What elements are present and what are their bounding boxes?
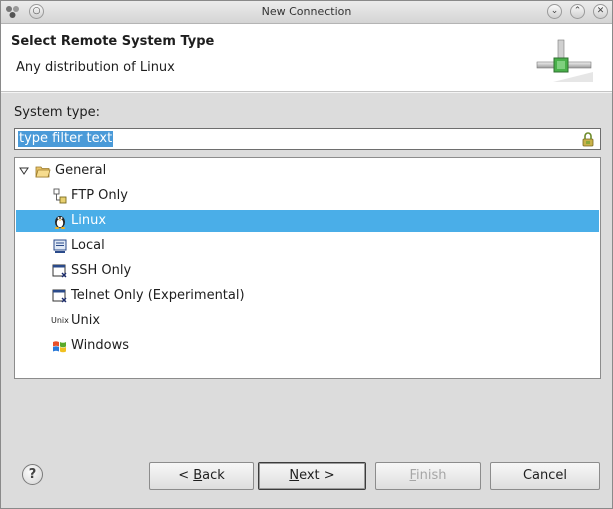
tree-item-label: Linux xyxy=(71,213,107,228)
filter-input[interactable]: type filter text xyxy=(14,128,601,150)
help-icon: ? xyxy=(28,467,37,482)
minimize-button[interactable]: ⌄ xyxy=(547,4,562,19)
tree-item-linux[interactable]: Linux xyxy=(16,210,599,232)
close-icon: ✕ xyxy=(596,6,605,16)
local-computer-icon xyxy=(53,239,67,253)
page-description: Any distribution of Linux xyxy=(16,60,175,75)
system-type-tree[interactable]: General FTP Only Linux Local SSH Only Te… xyxy=(14,157,601,379)
cancel-button[interactable]: Cancel xyxy=(490,462,600,490)
next-rest: ext > xyxy=(299,468,335,483)
telnet-icon xyxy=(52,289,67,303)
expand-arrow-icon[interactable] xyxy=(19,166,29,176)
finish-rest: inish xyxy=(416,468,447,483)
tree-item-telnet-only[interactable]: Telnet Only (Experimental) xyxy=(16,285,599,307)
tree-item-local[interactable]: Local xyxy=(16,235,599,257)
tree-group-label: General xyxy=(55,163,107,178)
tree-item-unix[interactable]: Unix Unix xyxy=(16,310,599,332)
tree-item-label: FTP Only xyxy=(71,188,128,203)
back-prefix: < xyxy=(178,468,194,483)
cancel-label: Cancel xyxy=(522,468,568,483)
wizard-header: Select Remote System Type Any distributi… xyxy=(1,24,612,92)
header-separator xyxy=(1,92,612,93)
ssh-icon xyxy=(52,264,67,278)
window-title: New Connection xyxy=(261,5,352,18)
tree-item-label: Unix xyxy=(71,313,101,328)
system-type-label: System type: xyxy=(14,105,101,120)
chevron-down-icon: ⌄ xyxy=(550,6,559,16)
tree-item-label: Telnet Only (Experimental) xyxy=(71,288,245,303)
network-connection-icon xyxy=(536,39,593,82)
help-button[interactable]: ? xyxy=(22,464,43,485)
linux-penguin-icon xyxy=(54,216,66,229)
back-button[interactable]: < Back xyxy=(149,462,254,490)
tree-item-ftp-only[interactable]: FTP Only xyxy=(16,185,599,207)
ftp-icon xyxy=(53,188,67,204)
close-button[interactable]: ✕ xyxy=(593,4,608,19)
chevron-up-icon: ⌃ xyxy=(573,6,582,16)
windows-icon xyxy=(53,341,66,353)
title-bar[interactable]: ○ New Connection ⌄ ⌃ ✕ xyxy=(1,1,612,24)
finish-button: Finish xyxy=(375,462,481,490)
folder-open-icon xyxy=(35,166,51,178)
tree-item-label: Local xyxy=(71,238,105,253)
tree-item-ssh-only[interactable]: SSH Only xyxy=(16,260,599,282)
back-rest: ack xyxy=(202,468,225,483)
tree-item-windows[interactable]: Windows xyxy=(16,335,599,357)
filter-text[interactable]: type filter text xyxy=(18,131,114,147)
clear-filter-icon[interactable] xyxy=(580,131,596,147)
tree-item-label: SSH Only xyxy=(71,263,132,278)
back-mnemonic: B xyxy=(193,468,203,483)
next-button[interactable]: Next > xyxy=(258,462,366,490)
unix-icon: Unix xyxy=(51,316,69,325)
tree-group-general[interactable]: General xyxy=(16,160,599,182)
next-mnemonic: N xyxy=(289,468,300,483)
dialog-window: ○ New Connection ⌄ ⌃ ✕ Select Remote Sys… xyxy=(0,0,613,509)
page-title: Select Remote System Type xyxy=(11,34,215,49)
maximize-button[interactable]: ⌃ xyxy=(570,4,585,19)
tree-item-label: Windows xyxy=(71,338,130,353)
